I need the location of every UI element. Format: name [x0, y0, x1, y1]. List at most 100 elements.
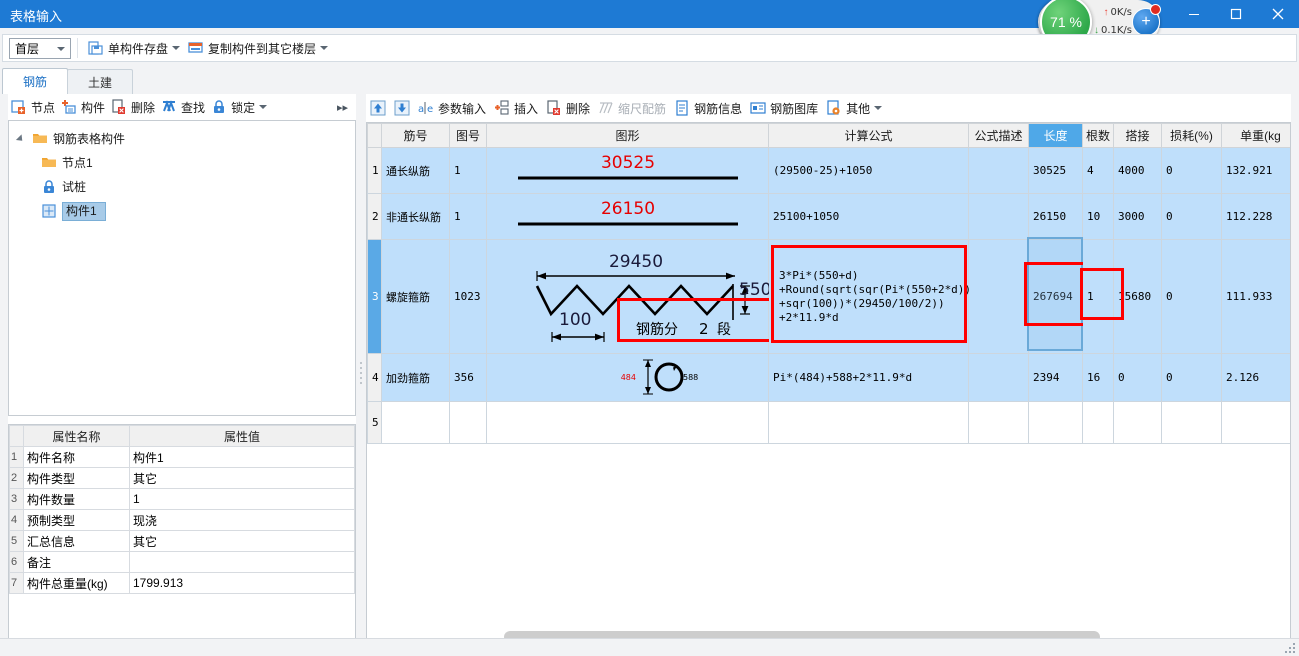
cell-genshu[interactable]	[1082, 401, 1114, 444]
property-value[interactable]: 其它	[129, 530, 355, 552]
table-row[interactable]: 4 加劲箍筋 356 588 484 Pi*(484)+588+2*11.9*d…	[367, 353, 1290, 402]
table-row[interactable]: 5	[367, 401, 1290, 444]
cell-shape-circle-stirrup[interactable]: 588 484	[486, 353, 769, 402]
cell-changdu[interactable]: 2394	[1028, 353, 1083, 402]
cell-miaoshu[interactable]	[968, 239, 1029, 354]
expand-collapse-icon[interactable]	[17, 134, 27, 144]
property-value[interactable]: 1	[129, 488, 355, 510]
cell-danzhong[interactable]: 111.933	[1221, 239, 1290, 354]
cell-gongshi[interactable]	[768, 401, 969, 444]
lock-button[interactable]: 锁定	[208, 95, 270, 119]
cell-dajie[interactable]: 4000	[1113, 147, 1162, 194]
cell-sunhao[interactable]: 0	[1161, 147, 1222, 194]
cell-sunhao[interactable]: 0	[1161, 353, 1222, 402]
move-down-button[interactable]	[390, 96, 414, 120]
add-node-button[interactable]: 节点	[8, 95, 58, 119]
tree-item-goujian1[interactable]: 构件1	[9, 199, 355, 223]
table-row[interactable]: 3 螺旋箍筋 1023 29450 100 钢筋分 2 段 550 3*Pi*(…	[367, 237, 1290, 354]
tree-item-shizhuang[interactable]: 试桩	[9, 175, 355, 199]
cell-dajie[interactable]: 3000	[1113, 193, 1162, 240]
component-tree[interactable]: 钢筋表格构件 节点1 试桩 构件1	[8, 120, 356, 416]
rebar-grid[interactable]: 筋号 图号 图形 计算公式 公式描述 长度 根数 搭接 损耗(%) 单重(kg …	[366, 122, 1291, 648]
table-row[interactable]: 1 通长纵筋 1 30525 (29500-25)+1050 30525 4 4…	[367, 147, 1290, 194]
close-button[interactable]	[1257, 0, 1299, 28]
table-row[interactable]: 2 非通长纵筋 1 26150 25100+1050 26150 10 3000…	[367, 193, 1290, 240]
cell-shape-spiral-stirrup[interactable]: 29450 100 钢筋分 2 段 550	[486, 239, 855, 354]
delete-row-button[interactable]: 删除	[542, 96, 594, 120]
find-button[interactable]: 查找	[158, 95, 208, 119]
move-up-button[interactable]	[366, 96, 390, 120]
cell-genshu[interactable]: 16	[1082, 353, 1114, 402]
rebar-library-button[interactable]: 钢筋图库	[746, 96, 822, 120]
grid-header-tuhao[interactable]: 图号	[449, 123, 487, 148]
cell-jinhao[interactable]: 通长纵筋	[381, 147, 450, 194]
cell-shape-straight-bar[interactable]: 26150	[486, 193, 769, 240]
toolbar-overflow-button[interactable]: ▸▸	[337, 101, 348, 114]
cell-miaoshu[interactable]	[968, 401, 1029, 444]
property-value[interactable]	[129, 551, 355, 573]
cell-danzhong[interactable]	[1221, 401, 1290, 444]
cell-shape[interactable]	[486, 401, 769, 444]
cell-sunhao[interactable]: 0	[1161, 239, 1222, 354]
cell-tuhao[interactable]: 1	[449, 147, 487, 194]
cell-gongshi[interactable]: Pi*(484)+588+2*11.9*d	[768, 353, 969, 402]
chevron-down-icon[interactable]	[320, 46, 329, 50]
cell-genshu[interactable]: 10	[1082, 193, 1114, 240]
insert-button[interactable]: 插入	[490, 96, 542, 120]
grid-header-dajie[interactable]: 搭接	[1113, 123, 1162, 148]
table-row[interactable]: 5 汇总信息 其它	[9, 530, 355, 552]
maximize-button[interactable]	[1215, 0, 1257, 28]
cell-gongshi[interactable]: 3*Pi*(550+d) +Round(sqrt(sqr(Pi*(550+2*d…	[768, 239, 971, 354]
delete-button[interactable]: 删除	[108, 95, 158, 119]
cell-changdu[interactable]: 30525	[1028, 147, 1083, 194]
table-row[interactable]: 6 备注	[9, 551, 355, 573]
tab-gangjin[interactable]: 钢筋	[2, 68, 68, 94]
cell-danzhong[interactable]: 132.921	[1221, 147, 1290, 194]
cell-dajie[interactable]	[1113, 401, 1162, 444]
chevron-down-icon[interactable]	[172, 46, 181, 50]
grid-header-tuxing[interactable]: 图形	[486, 123, 769, 148]
cell-jinhao[interactable]: 加劲箍筋	[381, 353, 450, 402]
cell-sunhao[interactable]	[1161, 401, 1222, 444]
cell-tuhao[interactable]	[449, 401, 487, 444]
table-row[interactable]: 3 构件数量 1	[9, 488, 355, 510]
grid-header-changdu[interactable]: 长度	[1028, 123, 1083, 148]
minimize-button[interactable]	[1173, 0, 1215, 28]
save-component-button[interactable]: 单构件存盘	[84, 36, 184, 60]
other-button[interactable]: 其他	[822, 96, 886, 120]
panel-splitter[interactable]	[358, 94, 364, 648]
chevron-down-icon[interactable]	[259, 105, 268, 109]
cell-changdu[interactable]	[1028, 401, 1083, 444]
table-row[interactable]: 7 构件总重量(kg) 1799.913	[9, 572, 355, 594]
table-row[interactable]: 2 构件类型 其它	[9, 467, 355, 489]
resize-grip[interactable]	[1283, 641, 1297, 655]
property-value[interactable]: 现浇	[129, 509, 355, 531]
tab-tujian[interactable]: 土建	[67, 69, 133, 94]
cell-jinhao[interactable]: 非通长纵筋	[381, 193, 450, 240]
param-input-button[interactable]: a e 参数输入	[414, 96, 490, 120]
cell-danzhong[interactable]: 2.126	[1221, 353, 1290, 402]
cell-changdu[interactable]: 26150	[1028, 193, 1083, 240]
cell-dajie[interactable]: 0	[1113, 353, 1162, 402]
cell-gongshi[interactable]: 25100+1050	[768, 193, 969, 240]
floor-select[interactable]: 首层	[9, 37, 71, 59]
cell-changdu[interactable]: 267694	[1024, 237, 1086, 354]
copy-to-floors-button[interactable]: 复制构件到其它楼层	[184, 36, 332, 60]
grid-header-gongshi[interactable]: 计算公式	[768, 123, 969, 148]
add-component-button[interactable]: 构件	[58, 95, 108, 119]
property-value[interactable]: 1799.913	[129, 572, 355, 594]
cell-shape-straight-bar[interactable]: 30525	[486, 147, 769, 194]
property-grid[interactable]: 属性名称 属性值 1 构件名称 构件1 2 构件类型 其它 3 构件数量 1 4…	[8, 424, 356, 648]
chevron-down-icon[interactable]	[874, 106, 883, 110]
grid-header-miaoshu[interactable]: 公式描述	[968, 123, 1029, 148]
cell-danzhong[interactable]: 112.228	[1221, 193, 1290, 240]
table-row[interactable]: 1 构件名称 构件1	[9, 446, 355, 468]
cell-tuhao[interactable]: 356	[449, 353, 487, 402]
cell-genshu[interactable]: 4	[1082, 147, 1114, 194]
property-value[interactable]: 其它	[129, 467, 355, 489]
cell-miaoshu[interactable]	[968, 193, 1029, 240]
cell-jinhao[interactable]	[381, 401, 450, 444]
grid-header-danzhong[interactable]: 单重(kg	[1221, 123, 1290, 148]
cell-jinhao[interactable]: 螺旋箍筋	[381, 239, 450, 354]
grid-header-sunhao[interactable]: 损耗(%)	[1161, 123, 1222, 148]
